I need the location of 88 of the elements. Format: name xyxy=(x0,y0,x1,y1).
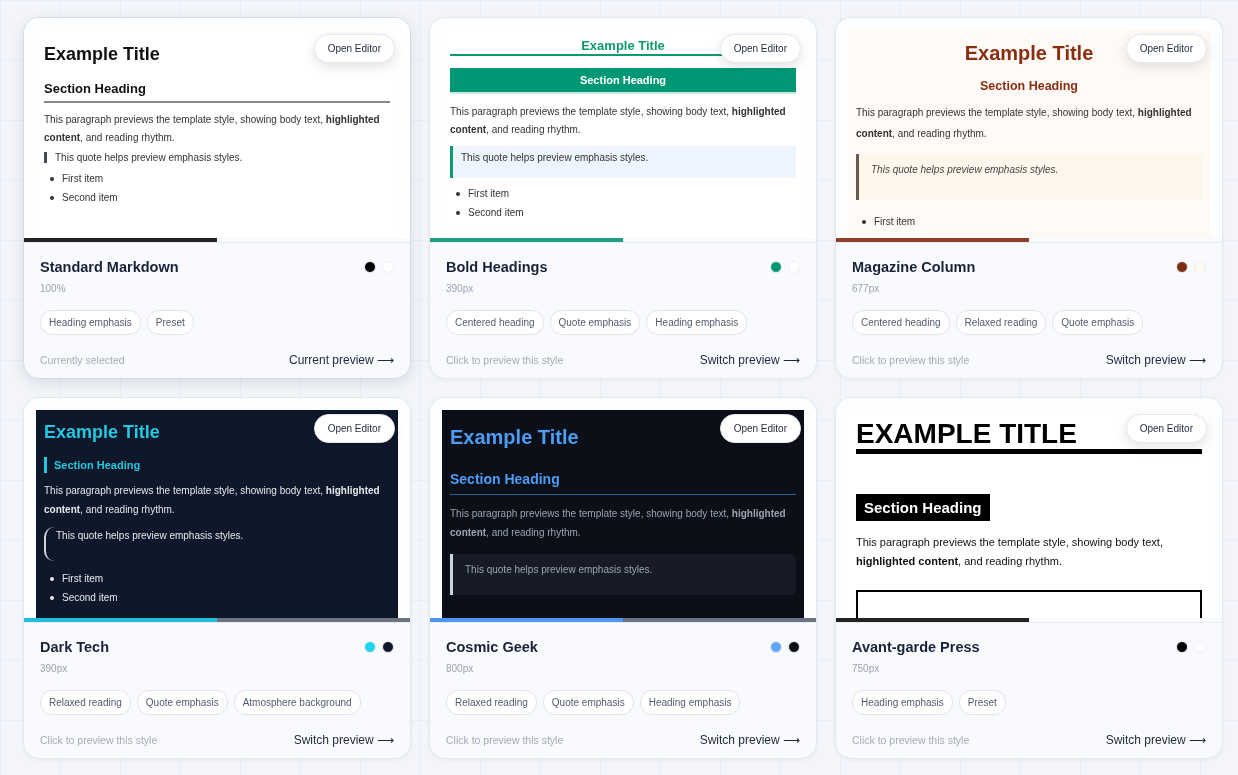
preview-title: Example Title xyxy=(964,42,1094,64)
preview-list-item: First item xyxy=(62,172,104,186)
feature-tag: Atmosphere background xyxy=(233,690,361,715)
preview-list-item: First item xyxy=(874,215,916,229)
style-size: 100% xyxy=(40,283,67,294)
feature-tag: Centered heading xyxy=(446,310,544,335)
open-editor-button[interactable]: Open Editor xyxy=(313,414,395,443)
feature-tag: Heading emphasis xyxy=(852,690,953,715)
preview-paragraph: This paragraph previews the template style, showing body text, highlighted content, and reading rhythm. xyxy=(44,113,381,145)
preview-link[interactable]: Switch preview ⟶ xyxy=(1105,353,1206,367)
status-text: Click to preview this style xyxy=(852,734,970,746)
preview-link[interactable]: Switch preview ⟶ xyxy=(699,733,800,747)
preview-quote: This quote helps preview emphasis styles. xyxy=(856,154,1202,200)
preview-title: Example Title xyxy=(44,44,160,64)
status-text: Click to preview this style xyxy=(446,734,564,746)
feature-tag: Quote emphasis xyxy=(136,690,228,715)
preview-link[interactable]: Current preview ⟶ xyxy=(288,353,394,367)
feature-tag: Heading emphasis xyxy=(639,690,741,715)
preview-paragraph: This paragraph previews the template style, showing body text, highlighted content, and reading rhythm. xyxy=(450,105,787,137)
status-text: Currently selected xyxy=(40,354,125,366)
status-text: Click to preview this style xyxy=(40,734,158,746)
preview-list-item: Second item xyxy=(468,206,524,220)
style-name: Magazine Column xyxy=(852,259,976,275)
style-size: 677px xyxy=(852,283,881,294)
feature-tag: Relaxed reading xyxy=(446,690,537,715)
feature-tag: Preset xyxy=(958,690,1006,715)
preview-heading: Section Heading xyxy=(856,494,990,521)
feature-tag: Heading emphasis xyxy=(646,310,748,335)
style-card[interactable] xyxy=(429,397,817,759)
preview-list-item: First item xyxy=(62,572,104,586)
bullet-icon xyxy=(50,595,54,600)
feature-tag: Preset xyxy=(146,310,194,335)
preview-heading: Section Heading xyxy=(44,457,390,473)
style-name: Cosmic Geek xyxy=(446,639,538,655)
style-size: 390px xyxy=(446,283,475,294)
style-size: 390px xyxy=(40,663,69,674)
preview-quote: This quote helps preview emphasis styles. xyxy=(44,527,390,561)
feature-tag: Relaxed reading xyxy=(40,690,131,715)
bullet-icon xyxy=(862,219,866,224)
bullet-icon xyxy=(50,195,54,200)
feature-tag: Quote emphasis xyxy=(1052,310,1144,335)
preview-link[interactable]: Switch preview ⟶ xyxy=(1105,733,1206,747)
style-card[interactable] xyxy=(835,397,1223,759)
preview-paragraph: This paragraph previews the template style, showing body text, highlighted content, and reading rhythm. xyxy=(450,507,787,540)
style-name: Bold Headings xyxy=(446,259,548,275)
feature-tag: Centered heading xyxy=(852,310,950,335)
status-text: Click to preview this style xyxy=(446,354,564,366)
preview-list-item: Second item xyxy=(62,591,118,605)
preview-heading: Section Heading xyxy=(450,68,796,94)
preview-heading: Section Heading xyxy=(979,79,1079,93)
style-card[interactable] xyxy=(23,17,411,379)
bullet-icon xyxy=(456,191,460,196)
preview-title: Example Title xyxy=(450,426,579,448)
open-editor-button[interactable]: Open Editor xyxy=(313,34,395,63)
preview-list-item: Second item xyxy=(62,191,118,205)
feature-tag: Quote emphasis xyxy=(542,690,634,715)
open-editor-button[interactable]: Open Editor xyxy=(719,34,801,63)
style-name: Avant-garde Press xyxy=(852,639,980,655)
preview-paragraph: This paragraph previews the template style, showing body text, highlighted content, and reading rhythm. xyxy=(856,106,1193,141)
style-name: Standard Markdown xyxy=(40,259,179,275)
style-size: 750px xyxy=(852,663,881,674)
style-card[interactable] xyxy=(835,17,1223,379)
preview-list-item: First item xyxy=(468,187,510,201)
preview-paragraph: This paragraph previews the template style, showing body text, highlighted content, and reading rhythm. xyxy=(44,484,381,517)
feature-tag: Relaxed reading xyxy=(955,310,1047,335)
preview-link[interactable]: Switch preview ⟶ xyxy=(293,733,394,747)
status-text: Click to preview this style xyxy=(852,354,970,366)
style-name: Dark Tech xyxy=(40,639,110,655)
preview-quote: This quote helps preview emphasis styles. xyxy=(450,554,796,595)
preview-title: EXAMPLE TITLE xyxy=(856,418,1077,449)
preview-heading: Section Heading xyxy=(44,81,390,103)
bullet-icon xyxy=(50,176,54,181)
preview-title: Example Title xyxy=(44,422,160,442)
open-editor-button[interactable]: Open Editor xyxy=(1125,34,1207,63)
preview-heading: Section Heading xyxy=(450,471,796,495)
bullet-icon xyxy=(456,210,460,215)
feature-tag: Quote emphasis xyxy=(549,310,641,335)
bullet-icon xyxy=(50,576,54,581)
preview-quote: This quote helps preview emphasis styles. xyxy=(44,152,390,163)
preview-paragraph: This paragraph previews the template style, showing body text, highlighted content, and reading rhythm. xyxy=(856,535,1164,570)
preview-link[interactable]: Switch preview ⟶ xyxy=(699,353,800,367)
style-card[interactable] xyxy=(23,397,411,759)
feature-tag: Heading emphasis xyxy=(40,310,141,335)
open-editor-button[interactable]: Open Editor xyxy=(719,414,801,443)
preview-title: Example Title xyxy=(581,38,665,53)
style-size: 800px xyxy=(446,663,475,674)
preview-quote: This quote helps preview emphasis styles. xyxy=(450,146,796,178)
open-editor-button[interactable]: Open Editor xyxy=(1125,414,1207,443)
